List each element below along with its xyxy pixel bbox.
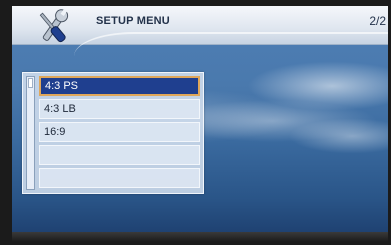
tv-bezel-bottom (12, 232, 388, 242)
menu-item-empty (39, 168, 200, 188)
page-indicator: 2/2 (369, 14, 386, 28)
menu-item-4-3-ps[interactable]: 4:3 PS (39, 76, 200, 96)
scrollbar[interactable] (26, 76, 35, 190)
header-bar: SETUP MENU 2/2 (12, 6, 388, 60)
menu-title: SETUP MENU (96, 15, 170, 27)
osd-screen: SETUP MENU 2/2 4:3 PS 4:3 LB 16:9 (12, 6, 388, 232)
aspect-ratio-menu: 4:3 PS 4:3 LB 16:9 (22, 72, 204, 194)
scrollbar-thumb[interactable] (28, 78, 33, 88)
menu-list: 4:3 PS 4:3 LB 16:9 (39, 76, 200, 191)
menu-item-16-9[interactable]: 16:9 (39, 122, 200, 142)
header-swoosh (74, 32, 388, 60)
menu-item-4-3-lb[interactable]: 4:3 LB (39, 99, 200, 119)
wrench-screwdriver-icon (39, 8, 69, 43)
menu-item-empty (39, 145, 200, 165)
tv-frame: SETUP MENU 2/2 4:3 PS 4:3 LB 16:9 (0, 0, 391, 245)
